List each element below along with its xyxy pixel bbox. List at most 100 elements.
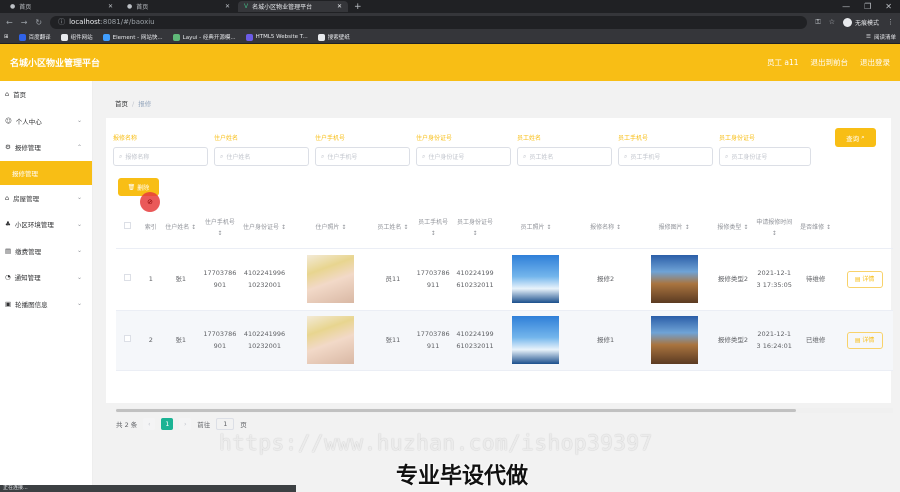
close-tab-icon[interactable]: ✕ [337,3,342,10]
star-icon[interactable]: ☆ [829,18,835,26]
forward-icon[interactable]: → [21,18,28,27]
table-row[interactable]: 1 张1 17703786901 410224199610232001 员11 … [116,248,893,311]
menu-dots-icon[interactable]: ⋮ [887,18,894,26]
staff-id: 410224199610232011 [453,248,497,311]
sidebar-item-profile[interactable]: ☺ 个人中心 ⌄ [0,108,92,135]
breadcrumb-home[interactable]: 首页 [115,100,128,108]
staff-phone-input[interactable]: ⌕ 员工手机号 [618,147,713,166]
repair-photo[interactable] [636,248,713,311]
table-header-row: 索引 住户姓名 ↕ 住户手机号 ↕ 住户身份证号 ↕ 住户照片 ↕ 员工姓名 ↕… [116,208,893,249]
query-button[interactable]: 查询 ⌕ [835,128,876,147]
browser-tab-active[interactable]: V 名城小区物业管理平台 ✕ [238,1,348,12]
page-number-current[interactable]: 1 [161,418,174,430]
column-header[interactable]: 员工手机号 ↕ [413,208,454,249]
search-icon: ⌕ [725,152,729,160]
close-tab-icon[interactable]: ✕ [108,3,113,10]
bookmark-item[interactable]: 组件网站 [60,33,93,41]
column-header[interactable]: 住户手机号 ↕ [199,208,241,249]
repair-time: 2021-12-13 17:35:05 [753,248,795,311]
detail-button[interactable]: ▤ 详情 [846,331,883,349]
tree-icon: ♣ [5,220,11,229]
filter-label: 员工姓名 [517,135,542,142]
back-to-frontend-link[interactable]: 退出到前台 [811,57,849,68]
sidebar-subitem-repair[interactable]: 报修管理 [0,160,92,185]
column-header[interactable]: 报修类型 ↕ [712,208,754,249]
bookmark-item[interactable]: 搜索壁纸 [317,33,350,41]
column-header[interactable]: 申请报修时间 ↕ [753,208,795,249]
bookmark-item[interactable]: 百度翻译 [18,33,51,41]
staff-photo[interactable] [496,310,576,371]
back-icon[interactable]: ← [6,18,13,27]
minimize-icon[interactable]: — [842,2,850,11]
logout-link[interactable]: 退出登录 [860,57,890,68]
key-icon[interactable]: ⚿ [815,18,820,27]
select-all-checkbox[interactable] [116,208,140,249]
staff-id-input[interactable]: ⌕ 员工身份证号 [719,147,811,166]
goto-page-input[interactable]: 1 [216,418,235,430]
total-count: 共 2 条 [116,421,138,429]
address-bar-row: ← → ↻ ⓘ localhost:8081/#/baoxiu ⚿ ☆ 无痕模式… [0,13,900,31]
bookmarks-bar: ⊞ 百度翻译 组件网站 Element - 网站快... Layui - 经典开… [0,31,900,44]
user-icon: ☺ [5,116,12,125]
resident-photo[interactable] [288,310,373,371]
close-tab-icon[interactable]: ✕ [225,3,230,10]
sidebar-item-repair[interactable]: ⚙ 报修管理 ⌃ [0,134,92,161]
repair-name-input[interactable]: ⌕ 报修名称 [113,147,208,166]
row-checkbox[interactable] [116,248,140,311]
incognito-profile[interactable]: 无痕模式 [842,17,879,27]
repair-photo[interactable] [636,310,713,371]
column-header[interactable]: 住户姓名 ↕ [161,208,200,249]
column-header[interactable]: 员工身份证号 ↕ [453,208,497,249]
browser-tab[interactable]: ● 首页 ✕ [121,1,236,12]
bookmark-favicon-icon [18,33,26,41]
browser-tab[interactable]: ● 首页 ✕ [4,1,119,12]
reload-icon[interactable]: ↻ [35,18,42,27]
wallet-icon: ▤ [5,246,12,255]
resident-name-input[interactable]: ⌕ 住户姓名 [214,147,309,166]
column-header[interactable]: 报修图片 ↕ [636,208,713,249]
sidebar-item-notice[interactable]: ◔ 通知管理 ⌄ [0,264,92,291]
resident-phone-input[interactable]: ⌕ 住户手机号 [315,147,410,166]
detail-button[interactable]: ▤ 详情 [846,270,883,288]
bookmark-item[interactable]: Layui - 经典开源模... [172,33,236,41]
column-header[interactable]: 报修名称 ↕ [575,208,637,249]
filter-label: 员工手机号 [618,135,649,142]
staff-phone: 17703786911 [413,248,454,311]
close-window-icon[interactable]: ✕ [885,2,892,11]
maximize-icon[interactable]: ❐ [864,2,871,11]
column-header[interactable]: 是否维修 ↕ [794,208,837,249]
repair-type: 报修类型2 [712,310,754,371]
next-page-icon[interactable]: › [179,418,192,430]
bookmark-item[interactable]: HTML5 Website T... [245,33,308,41]
new-tab-icon[interactable]: + [350,2,366,12]
search-icon: ⌕ [220,152,224,160]
chevron-down-icon: ⌄ [76,247,82,255]
filter-label: 住户姓名 [214,135,239,142]
horizontal-scrollbar[interactable] [116,408,893,413]
table-row[interactable]: 2 张1 17703786901 410224199610232001 张11 … [116,310,893,371]
url-field[interactable]: ⓘ localhost:8081/#/baoxiu [50,15,808,29]
watermark-url: https://www.huzhan.com/ishop39397 [219,431,653,455]
sidebar-item-environment[interactable]: ♣ 小区环境管理 ⌄ [0,211,92,238]
staff-photo[interactable] [496,248,576,311]
content-card: 报修名称 住户姓名 住户手机号 住户身份证号 员工姓名 员工手机号 员工身份证号… [106,118,893,430]
bookmark-item[interactable]: Element - 网站快... [102,33,163,41]
resident-id-input[interactable]: ⌕ 住户身份证号 [416,147,511,166]
repair-name: 报修1 [575,310,637,371]
column-header[interactable]: 住户照片 ↕ [288,208,373,249]
column-header[interactable]: 住户身份证号 ↕ [240,208,289,249]
sidebar-item-home[interactable]: ⌂ 首页 [0,81,92,108]
repair-status: 待维修 [794,248,837,311]
apps-grid-icon[interactable]: ⊞ [4,34,9,40]
reading-list[interactable]: ☰ 阅读清单 [866,33,896,41]
sidebar-item-payment[interactable]: ▤ 缴费管理 ⌄ [0,238,92,265]
row-checkbox[interactable] [116,310,140,371]
sidebar-item-carousel[interactable]: ▣ 轮播图信息 ⌄ [0,291,92,318]
staff-name-input[interactable]: ⌕ 员工姓名 [517,147,612,166]
prev-page-icon[interactable]: ‹ [143,418,156,430]
sidebar-item-house[interactable]: ⌂ 房屋管理 ⌄ [0,185,92,212]
resident-id: 410224199610232001 [240,310,289,371]
resident-photo[interactable] [288,248,373,311]
column-header[interactable]: 员工照片 ↕ [496,208,576,249]
column-header[interactable]: 员工姓名 ↕ [372,208,414,249]
